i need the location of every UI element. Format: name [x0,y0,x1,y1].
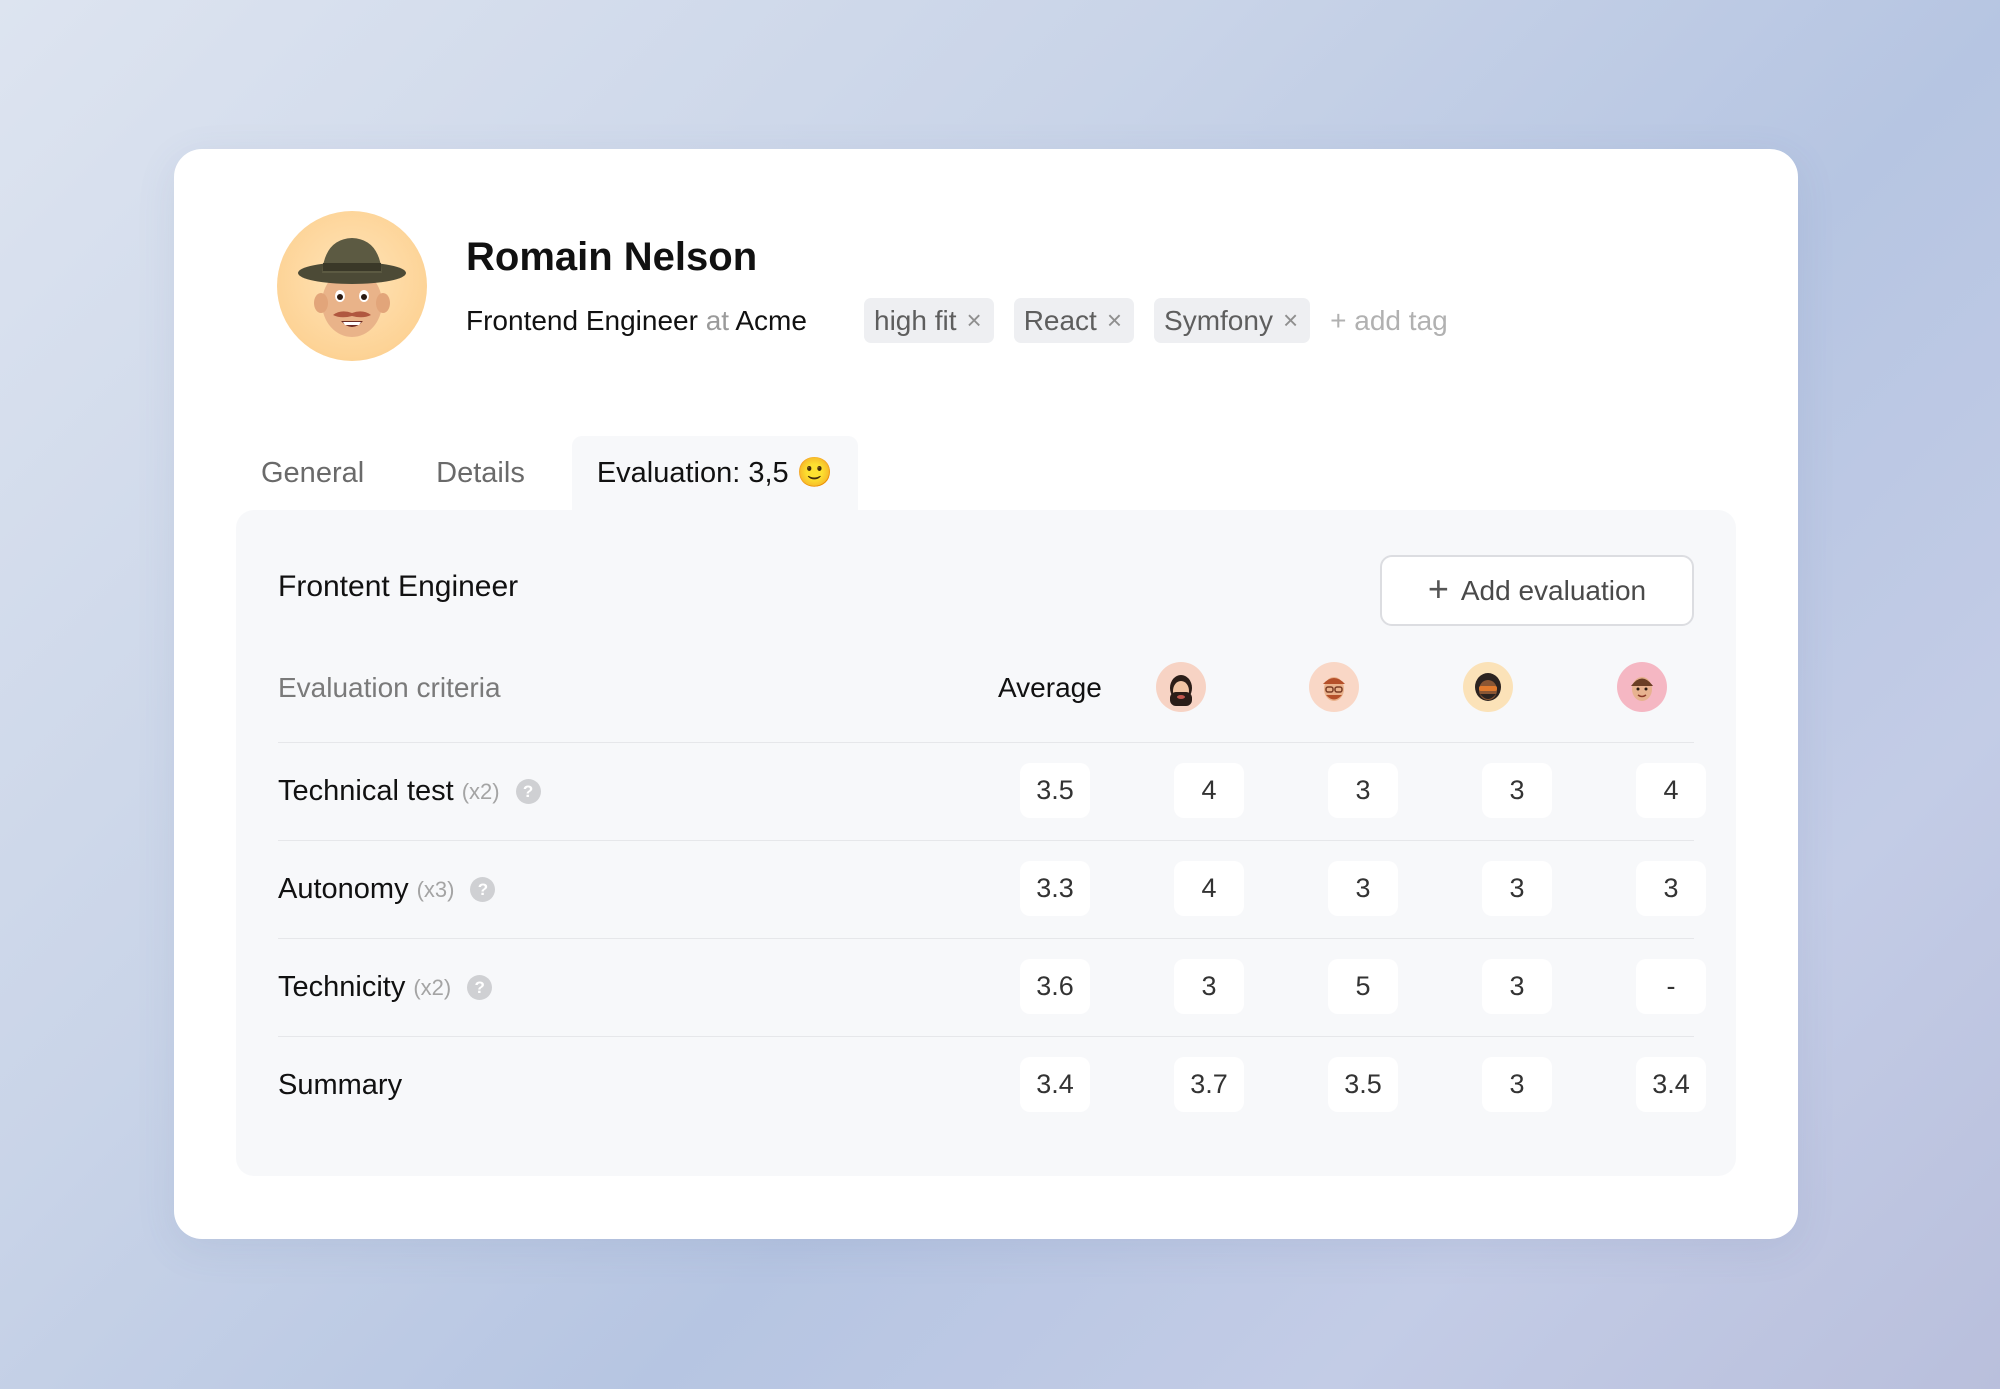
criterion-weight: (x2) [461,778,500,804]
summary-label: Summary [278,1069,403,1101]
tag-symfony: Symfony × [1154,298,1311,343]
criterion-label: Summary [278,1069,402,1102]
summary-score-cell: 3.4 [1636,1057,1706,1112]
at-label: at [705,305,730,336]
score-cell[interactable]: 5 [1328,959,1398,1014]
evaluation-panel: Frontent Engineer + Add evaluation Evalu… [236,510,1736,1176]
average-score: 3.5 [1020,763,1090,818]
score-cell[interactable]: 3 [1482,763,1552,818]
average-header: Average [998,672,1102,703]
score-cell[interactable]: 3 [1328,763,1398,818]
help-icon[interactable]: ? [470,877,496,902]
criterion-name: Technicity [278,971,406,1003]
help-icon[interactable]: ? [515,779,541,804]
candidate-company: Acme [735,305,807,336]
criterion-label: Technical test (x2) ? [278,775,541,808]
criterion-name: Technical test [278,775,454,807]
tab-general[interactable]: General [236,436,389,510]
score-cell[interactable]: 3 [1174,959,1244,1014]
candidate-card: Romain Nelson Frontend Engineer at Acme … [174,149,1798,1239]
reviewer-avatar-3-icon [1475,673,1501,701]
tag-high-fit: high fit × [864,298,994,343]
add-tag-button[interactable]: + add tag [1330,305,1448,337]
criterion-name: Autonomy [278,873,409,905]
score-cell[interactable]: 4 [1174,763,1244,818]
criterion-label: Autonomy (x3) ? [278,873,496,906]
remove-tag-icon[interactable]: × [1107,305,1122,336]
summary-row: Summary 3.4 3.7 3.5 3 3.4 [278,1036,1706,1134]
table-header: Evaluation criteria Average [278,662,1694,730]
table-row: Technicity (x2) ? 3.6 3 5 3 - [278,938,1706,1036]
memoji-avatar-icon [298,238,406,337]
reviewer-avatar-1[interactable] [1156,662,1206,712]
candidate-avatar [277,211,427,361]
remove-tag-icon[interactable]: × [967,305,982,336]
tag-label: Symfony [1164,304,1273,336]
average-score: 3.4 [1020,1057,1090,1112]
reviewer-avatar-1-icon [1170,675,1192,706]
add-evaluation-label: Add evaluation [1460,574,1647,606]
panel-title: Frontent Engineer [278,570,519,603]
tab-details[interactable]: Details [411,436,550,510]
tab-evaluation[interactable]: Evaluation: 3,5 🙂 [571,436,858,510]
summary-score-cell: 3 [1482,1057,1552,1112]
tag-list: high fit × React × Symfony × + add tag [864,298,1448,343]
summary-score-cell: 3.5 [1328,1057,1398,1112]
candidate-name: Romain Nelson [466,235,758,279]
criteria-header: Evaluation criteria [278,672,501,703]
candidate-role: Frontend Engineer [466,305,698,336]
reviewer-avatar-2-icon [1323,677,1345,701]
score-cell[interactable]: 4 [1174,861,1244,916]
reviewer-avatar-4-icon [1631,677,1653,701]
reviewer-avatar-3[interactable] [1463,662,1513,712]
tab-bar: General Details Evaluation: 3,5 🙂 [236,436,858,510]
average-score: 3.3 [1020,861,1090,916]
score-cell[interactable]: 3 [1482,959,1552,1014]
score-cell[interactable]: 3 [1482,861,1552,916]
table-row: Autonomy (x3) ? 3.3 4 3 3 3 [278,840,1706,938]
help-icon[interactable]: ? [467,975,493,1000]
candidate-role-line: Frontend Engineer at Acme [466,305,807,337]
summary-score-cell: 3.7 [1174,1057,1244,1112]
criterion-label: Technicity (x2) ? [278,971,493,1004]
tag-react: React × [1013,298,1135,343]
score-cell[interactable]: 3 [1636,861,1706,916]
criterion-weight: (x2) [413,974,452,1000]
score-cell[interactable]: 4 [1636,763,1706,818]
reviewer-avatar-4[interactable] [1617,662,1667,712]
add-evaluation-button[interactable]: + Add evaluation [1380,555,1694,626]
tag-label: React [1023,304,1097,336]
remove-tag-icon[interactable]: × [1283,305,1298,336]
criterion-weight: (x3) [416,876,455,902]
plus-icon: + [1427,567,1449,609]
reviewer-avatar-2[interactable] [1309,662,1359,712]
average-score: 3.6 [1020,959,1090,1014]
table-row: Technical test (x2) ? 3.5 4 3 3 4 [278,742,1706,840]
score-cell[interactable]: 3 [1328,861,1398,916]
tag-label: high fit [874,304,957,336]
score-cell[interactable]: - [1636,959,1706,1014]
